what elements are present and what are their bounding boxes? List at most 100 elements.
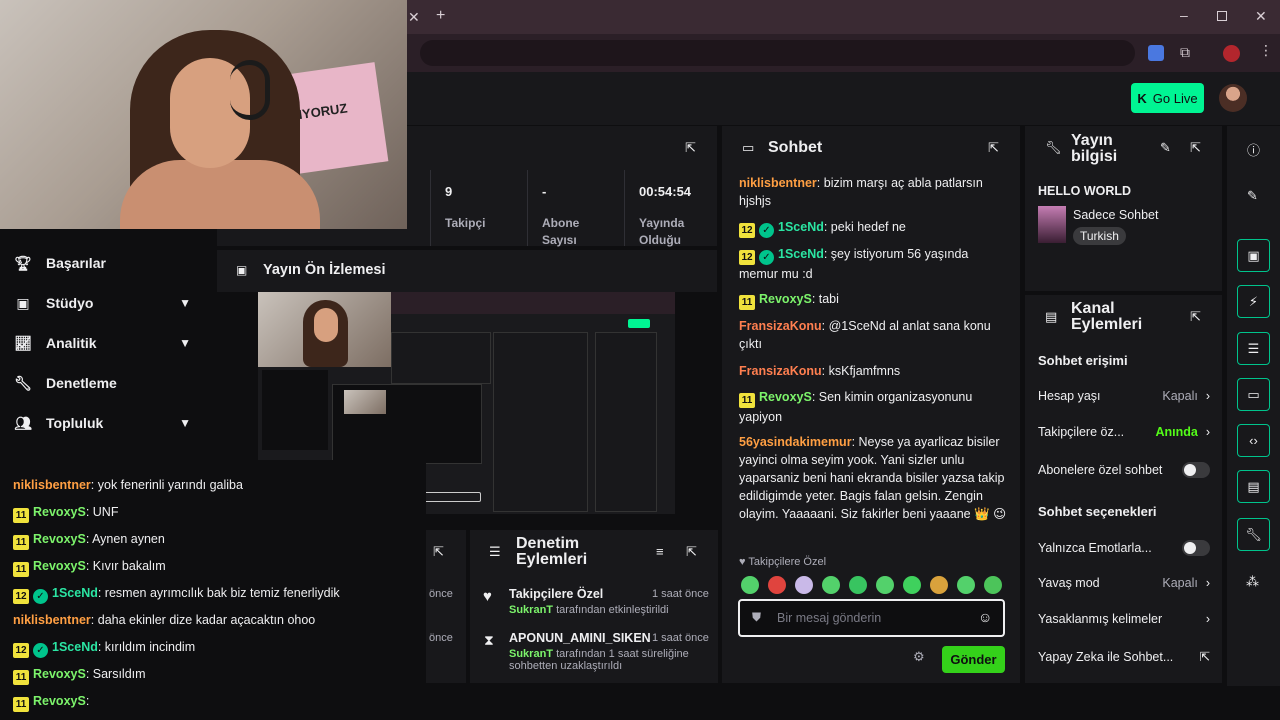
subscriber-badge: 11 [13, 697, 29, 712]
popout-icon[interactable]: ⇱ [1190, 140, 1201, 156]
new-tab-icon[interactable]: + [436, 7, 445, 25]
subs-only-row[interactable]: Abonelere özel sohbet [1038, 462, 1210, 478]
chat-username[interactable]: RevoxyS [759, 390, 812, 404]
popout-icon[interactable]: ⇱ [686, 544, 697, 560]
emote-icon[interactable] [957, 576, 975, 594]
language-tag[interactable]: Turkish [1073, 227, 1126, 245]
user-avatar[interactable] [1219, 84, 1247, 112]
chat-overlay: niklisbentner: yok fenerinli yarındı gal… [0, 460, 426, 720]
category-thumbnail[interactable] [1038, 206, 1066, 243]
rail-list-button[interactable]: ☰ [1237, 332, 1270, 365]
extensions-icon[interactable]: ⧉ [1180, 44, 1190, 61]
moderation-actor[interactable]: SukranT [509, 604, 553, 616]
rail-quick-actions-button[interactable]: ⚡︎ [1237, 285, 1270, 318]
banned-words-row[interactable]: Yasaklanmış kelimeler › [1038, 612, 1210, 626]
rail-channel-button[interactable]: ▤ [1237, 470, 1270, 503]
popout-icon[interactable]: ⇱ [433, 544, 444, 560]
edit-pencil-icon[interactable]: ✎ [1247, 188, 1258, 204]
chat-text: : yok fenerinli yarındı galiba [90, 478, 243, 492]
chat-username[interactable]: RevoxyS [33, 694, 86, 708]
chat-input[interactable]: ⛊ Bir mesaj gönderin ☺ [738, 599, 1005, 637]
popout-icon[interactable]: ⇱ [1190, 309, 1201, 325]
sidebar-item-studio[interactable]: ▣ Stüdyo ▼ [0, 283, 213, 323]
moderation-actor[interactable]: SukranT [509, 648, 553, 660]
sidebar-item-moderation[interactable]: 🔧︎ Denetleme [0, 363, 213, 403]
moderation-item[interactable]: ♥ Takipçilere Özel 1 saat önce SukranT t… [470, 586, 718, 630]
wrench-icon: 🔧︎ [14, 374, 32, 391]
close-window-icon[interactable]: ✕ [1255, 8, 1267, 25]
chat-username[interactable]: 1SceNd [52, 586, 98, 600]
popout-icon[interactable]: ⇱ [685, 140, 696, 156]
rail-chat-button[interactable]: ▭ [1237, 378, 1270, 411]
chat-username[interactable]: FransizaKonu [739, 364, 822, 378]
slow-mode-row[interactable]: Yavaş mod Kapalı › [1038, 576, 1210, 590]
close-tab-icon[interactable]: ✕ [408, 9, 420, 26]
emote-icon[interactable] [984, 576, 1002, 594]
subscriber-badge: 11 [13, 535, 29, 550]
emote-icon[interactable] [822, 576, 840, 594]
browser-menu-icon[interactable]: ⋮ [1259, 42, 1273, 59]
emote-only-row[interactable]: Yalnızca Emotlarla... [1038, 540, 1210, 556]
account-age-row[interactable]: Hesap yaşı Kapalı › [1038, 389, 1210, 403]
settings-gear-icon[interactable]: ⚙ [913, 649, 925, 665]
minimize-icon[interactable]: – [1180, 7, 1188, 23]
edit-pencil-icon[interactable]: ✎ [1160, 140, 1171, 156]
chat-username[interactable]: niklisbentner [13, 613, 91, 627]
emote-icon[interactable] [876, 576, 894, 594]
chat-message: 11 RevoxyS: Sen kimin organizasyonunu yap… [739, 388, 1009, 426]
rail-preview-button[interactable]: ▣ [1237, 239, 1270, 272]
emote-icon[interactable] [768, 576, 786, 594]
ai-chat-row[interactable]: Yapay Zeka ile Sohbet... ⇱ [1038, 649, 1210, 665]
info-icon[interactable]: ⓘ [1247, 140, 1260, 159]
sidebar-item-community[interactable]: 👥︎ Topluluk ▼ [0, 403, 213, 443]
chevron-right-icon: › [1205, 389, 1210, 403]
sidebar-item-analytics[interactable]: 📈︎ Analitik ▼ [0, 323, 213, 363]
chat-username[interactable]: RevoxyS [33, 559, 86, 573]
chat-username[interactable]: RevoxyS [33, 532, 86, 546]
emote-only-toggle[interactable] [1182, 540, 1210, 556]
emoji-icon[interactable]: ☺ [978, 609, 992, 625]
channel-actions-panel: ▤ Kanal Eylemleri ⇱ Sohbet erişimi Hesap… [1025, 295, 1222, 683]
chat-username[interactable]: RevoxyS [759, 292, 812, 306]
subs-only-toggle[interactable] [1182, 462, 1210, 478]
followers-only-row[interactable]: Takipçilere öz... Anında › [1038, 425, 1210, 439]
category-name[interactable]: Sadece Sohbet [1073, 208, 1159, 222]
chat-username[interactable]: 1SceNd [52, 640, 98, 654]
translate-extension-icon[interactable] [1148, 45, 1164, 61]
moderation-item-time: 1 saat önce [652, 632, 709, 644]
sidebar-item-achievements[interactable]: 🏆︎ Başarılar [0, 243, 213, 283]
followers-stat: 9 Takipçi [430, 170, 527, 246]
verified-badge-icon: ✓ [33, 589, 48, 604]
emote-icon[interactable] [930, 576, 948, 594]
send-button[interactable]: Gönder [942, 646, 1005, 673]
rail-code-button[interactable]: ‹› [1237, 424, 1270, 457]
shield-icon[interactable]: ⛊ [752, 610, 761, 625]
chevron-right-icon: › [1205, 425, 1210, 439]
emote-icon[interactable] [849, 576, 867, 594]
rail-tools-button[interactable]: 🔧︎ [1237, 518, 1270, 551]
subscriber-badge: 11 [13, 508, 29, 523]
chat-username[interactable]: RevoxyS [33, 667, 86, 681]
chat-username[interactable]: FransizaKonu [739, 319, 822, 333]
profile-icon[interactable] [1223, 45, 1240, 62]
emote-icon[interactable] [741, 576, 759, 594]
chat-username[interactable]: 56yasindakimemur [739, 435, 852, 449]
emote-icon[interactable] [795, 576, 813, 594]
moderation-item[interactable]: ⧗ APONUN_AMINI_SIKEN 1 saat önce SukranT… [470, 630, 718, 674]
chat-username[interactable]: niklisbentner [13, 478, 91, 492]
chat-text: : kırıldım incindim [97, 640, 196, 654]
omnibox[interactable] [420, 40, 1135, 66]
maximize-icon[interactable] [1217, 11, 1227, 21]
chat-username[interactable]: RevoxyS [33, 505, 86, 519]
chat-username[interactable]: 1SceNd [778, 220, 824, 234]
chat-username[interactable]: 1SceNd [778, 247, 824, 261]
chat-username[interactable]: niklisbentner [739, 176, 817, 190]
integrations-icon[interactable]: ⁂ [1246, 574, 1259, 590]
popout-icon[interactable]: ⇱ [988, 140, 999, 156]
subscriber-badge: 11 [739, 393, 755, 408]
filter-icon[interactable]: ≡ [656, 544, 664, 559]
go-live-button[interactable]: K Go Live [1131, 83, 1204, 113]
emote-icon[interactable] [903, 576, 921, 594]
headset-icon [230, 60, 270, 120]
chat-input-placeholder: Bir mesaj gönderin [777, 611, 882, 625]
